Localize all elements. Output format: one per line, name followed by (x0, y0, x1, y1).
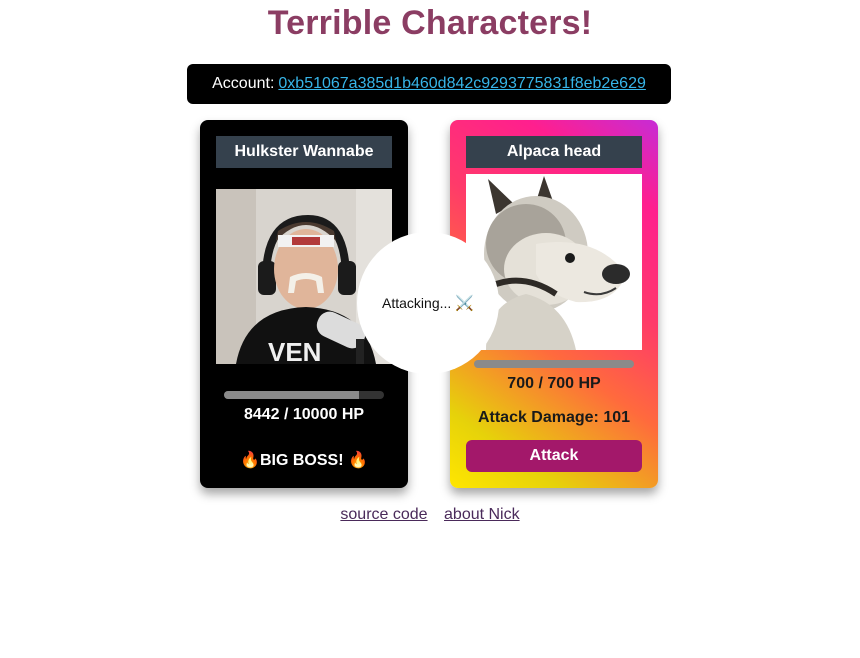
boss-hp-text: 700 / 700 HP (507, 375, 601, 392)
about-link[interactable]: about Nick (444, 506, 520, 523)
footer: source code about Nick (0, 506, 860, 524)
player-name: Hulkster Wannabe (216, 136, 392, 168)
player-hp-bar (224, 391, 384, 399)
player-hp-fill (224, 391, 360, 399)
attacking-indicator: Attacking... ⚔️ (357, 232, 499, 374)
svg-text:VEN: VEN (268, 337, 321, 364)
account-bar: Account: 0xb51067a385d1b460d842c92937758… (187, 64, 671, 104)
source-code-link[interactable]: source code (340, 506, 427, 523)
attack-button[interactable]: Attack (466, 440, 642, 472)
account-address-link[interactable]: 0xb51067a385d1b460d842c9293775831f8eb2e6… (278, 75, 645, 93)
crossed-swords-icon: ⚔️ (455, 295, 474, 312)
boss-name: Alpaca head (466, 136, 642, 168)
page-title: Terrible Characters! (267, 4, 593, 42)
player-hp-text: 8442 / 10000 HP (243, 406, 365, 423)
page: Terrible Characters! Account: 0xb51067a3… (0, 0, 860, 658)
boss-hp-fill (474, 360, 634, 368)
boss-hp-bar (474, 360, 634, 368)
boss-tag: 🔥BIG BOSS! 🔥 (240, 452, 368, 469)
account-label: Account: (212, 75, 275, 92)
attacking-text: Attacking... (382, 295, 452, 311)
boss-attack-damage: Attack Damage: 101 (477, 409, 631, 426)
